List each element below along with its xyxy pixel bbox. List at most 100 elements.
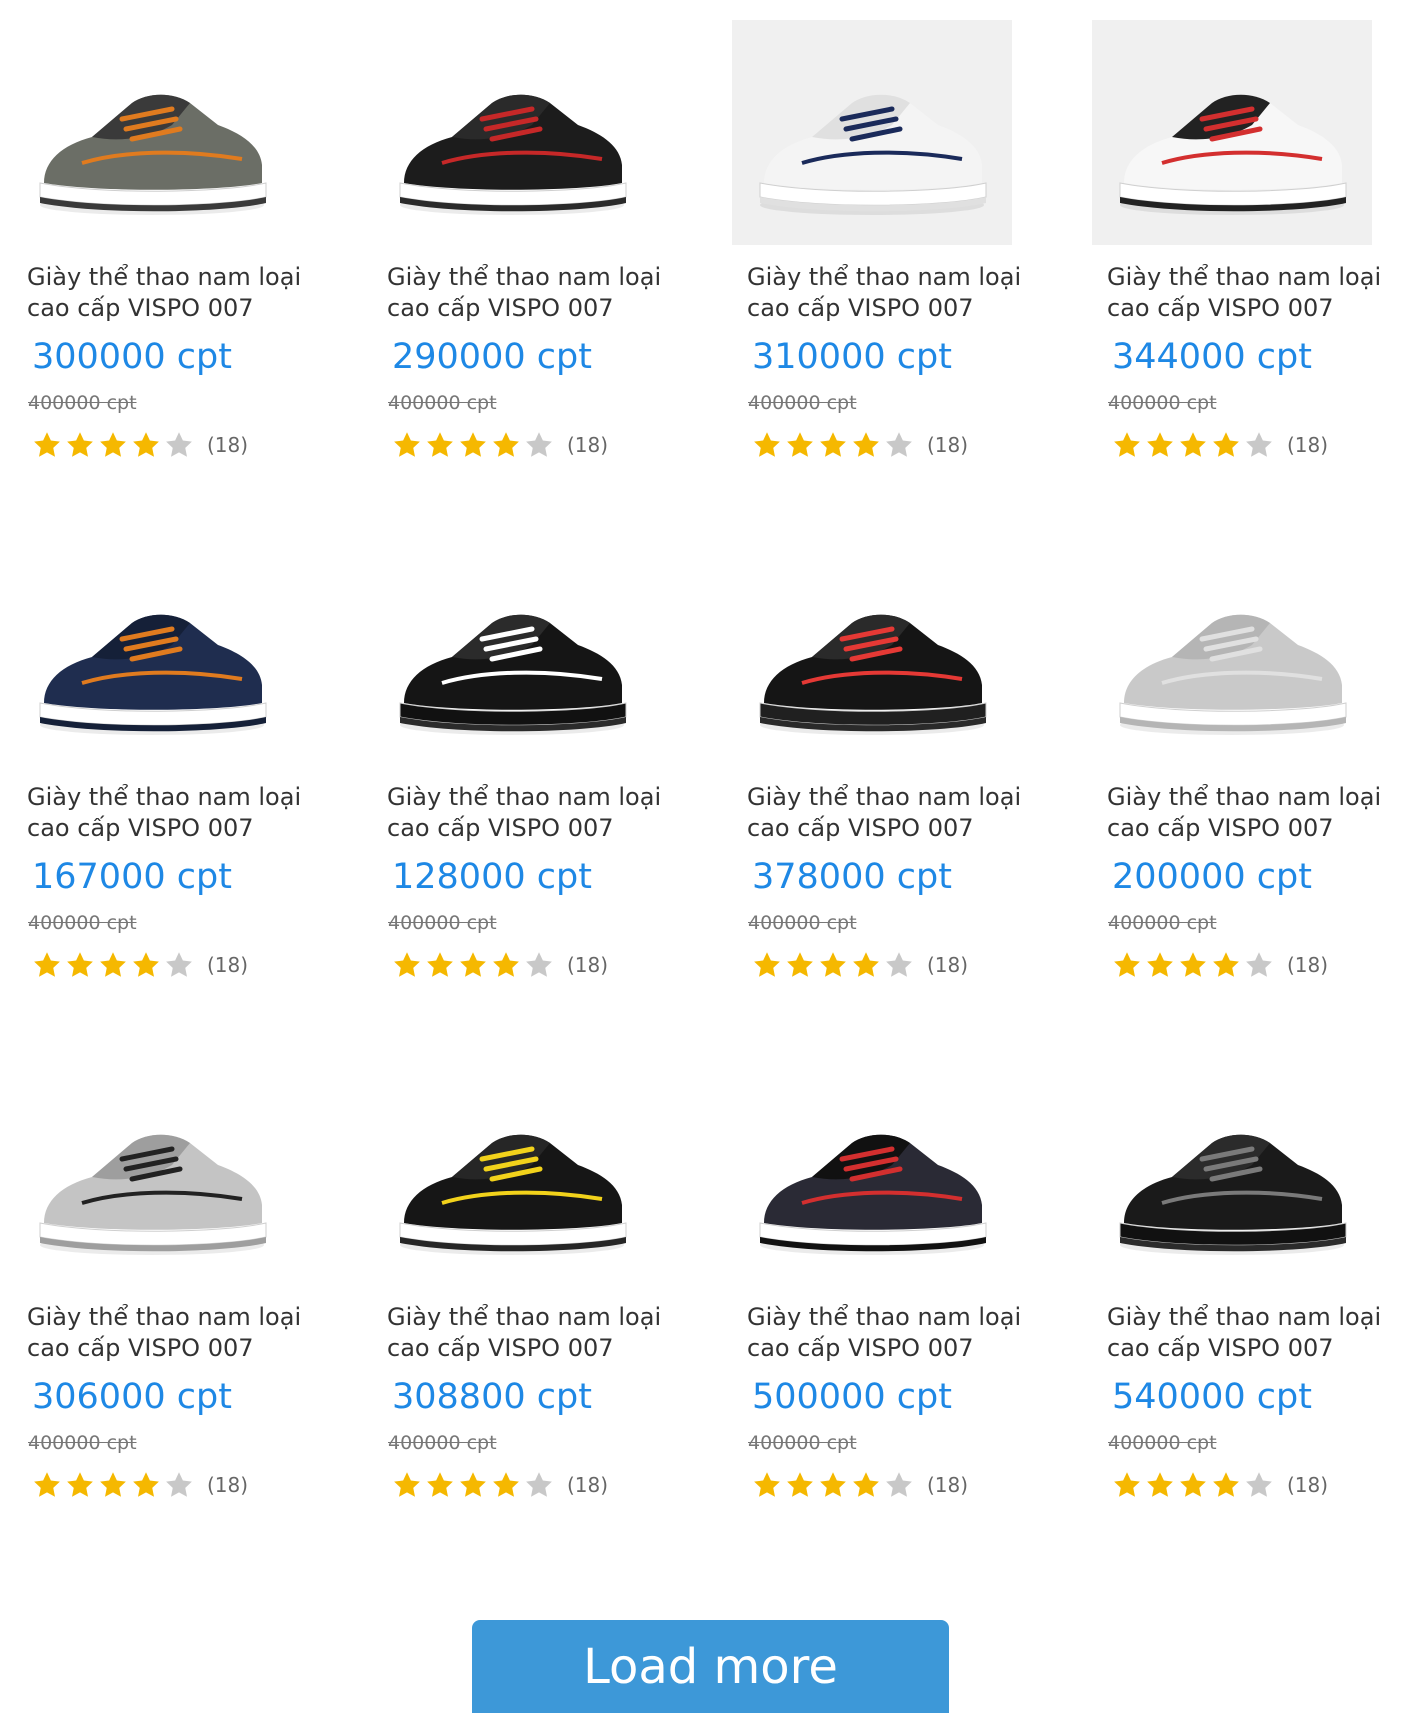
star-filled-icon [752,950,782,980]
product-title[interactable]: Giày thể thao nam loại cao cấp VISPO 007 [1107,782,1401,844]
star-empty-icon [1244,430,1274,460]
star-empty-icon [884,1470,914,1500]
product-price: 378000 cpt [752,857,952,897]
star-empty-icon [524,950,554,980]
product-title[interactable]: Giày thể thao nam loại cao cấp VISPO 007 [747,262,1047,324]
star-filled-icon [752,1470,782,1500]
product-card[interactable]: Giày thể thao nam loại cao cấp VISPO 007… [720,520,1050,990]
product-card[interactable]: Giày thể thao nam loại cao cấp VISPO 007… [1080,0,1401,470]
product-image[interactable] [732,540,1012,765]
review-count: (18) [567,953,609,977]
product-card[interactable]: Giày thể thao nam loại cao cấp VISPO 007… [360,520,690,990]
product-image[interactable] [12,1060,292,1285]
star-filled-icon [785,430,815,460]
product-old-price: 400000 cpt [748,392,857,414]
star-empty-icon [884,950,914,980]
product-title[interactable]: Giày thể thao nam loại cao cấp VISPO 007 [387,782,687,844]
star-filled-icon [131,430,161,460]
product-image[interactable] [1092,1060,1372,1285]
product-rating: (18) [1112,1470,1328,1500]
star-filled-icon [392,950,422,980]
product-price: 300000 cpt [32,337,232,377]
product-card[interactable]: Giày thể thao nam loại cao cấp VISPO 007… [1080,520,1401,990]
product-old-price: 400000 cpt [388,392,497,414]
product-price: 167000 cpt [32,857,232,897]
product-card[interactable]: Giày thể thao nam loại cao cấp VISPO 007… [720,1040,1050,1510]
product-image[interactable] [372,1060,652,1285]
product-image[interactable] [1092,20,1372,245]
product-rating: (18) [32,1470,248,1500]
star-filled-icon [98,950,128,980]
product-card[interactable]: Giày thể thao nam loại cao cấp VISPO 007… [720,0,1050,470]
star-empty-icon [1244,1470,1274,1500]
product-title[interactable]: Giày thể thao nam loại cao cấp VISPO 007 [27,262,327,324]
review-count: (18) [1287,1473,1329,1497]
product-card[interactable]: Giày thể thao nam loại cao cấp VISPO 007… [0,1040,330,1510]
product-image[interactable] [372,20,652,245]
star-filled-icon [1145,1470,1175,1500]
product-rating: (18) [392,430,608,460]
black-white-sport-sneaker-icon [399,614,627,735]
star-filled-icon [131,1470,161,1500]
product-price: 200000 cpt [1112,857,1312,897]
black-red-pair-sneakers-icon [399,94,627,215]
product-card[interactable]: Giày thể thao nam loại cao cấp VISPO 007… [360,0,690,470]
star-filled-icon [1178,430,1208,460]
star-filled-icon [425,950,455,980]
product-title[interactable]: Giày thể thao nam loại cao cấp VISPO 007 [27,782,327,844]
black-yellow-sup-sneaker-icon [399,1134,627,1255]
review-count: (18) [207,1473,249,1497]
star-filled-icon [1178,950,1208,980]
star-filled-icon [785,950,815,980]
product-price: 306000 cpt [32,1377,232,1417]
product-image[interactable] [732,1060,1012,1285]
product-old-price: 400000 cpt [1108,1432,1217,1454]
star-filled-icon [65,1470,95,1500]
review-count: (18) [1287,953,1329,977]
product-title[interactable]: Giày thể thao nam loại cao cấp VISPO 007 [27,1302,327,1364]
star-empty-icon [164,1470,194,1500]
star-filled-icon [851,430,881,460]
product-price: 308800 cpt [392,1377,592,1417]
star-filled-icon [425,430,455,460]
product-card[interactable]: Giày thể thao nam loại cao cấp VISPO 007… [0,520,330,990]
star-filled-icon [1178,1470,1208,1500]
star-empty-icon [524,430,554,460]
star-filled-icon [752,430,782,460]
product-image[interactable] [12,540,292,765]
product-card[interactable]: Giày thể thao nam loại cao cấp VISPO 007… [1080,1040,1401,1510]
review-count: (18) [927,953,969,977]
review-count: (18) [1287,433,1329,457]
star-empty-icon [1244,950,1274,980]
product-image[interactable] [372,540,652,765]
product-title[interactable]: Giày thể thao nam loại cao cấp VISPO 007 [747,1302,1047,1364]
product-card[interactable]: Giày thể thao nam loại cao cấp VISPO 007… [0,0,330,470]
product-price: 310000 cpt [752,337,952,377]
product-title[interactable]: Giày thể thao nam loại cao cấp VISPO 007 [1107,1302,1401,1364]
product-price: 128000 cpt [392,857,592,897]
star-filled-icon [32,430,62,460]
navy-fashion-sneaker-icon [39,614,267,735]
product-old-price: 400000 cpt [28,392,137,414]
star-filled-icon [392,430,422,460]
star-filled-icon [491,1470,521,1500]
product-image[interactable] [732,20,1012,245]
star-filled-icon [131,950,161,980]
product-title[interactable]: Giày thể thao nam loại cao cấp VISPO 007 [747,782,1047,844]
product-image[interactable] [1092,540,1372,765]
product-price: 344000 cpt [1112,337,1312,377]
white-red-chunky-sneakers-icon [1119,94,1347,215]
load-more-button[interactable]: Load more [472,1620,949,1713]
product-old-price: 400000 cpt [748,1432,857,1454]
product-card[interactable]: Giày thể thao nam loại cao cấp VISPO 007… [360,1040,690,1510]
product-rating: (18) [32,950,248,980]
product-title[interactable]: Giày thể thao nam loại cao cấp VISPO 007 [387,1302,687,1364]
star-filled-icon [851,1470,881,1500]
product-title[interactable]: Giày thể thao nam loại cao cấp VISPO 007 [387,262,687,324]
product-title[interactable]: Giày thể thao nam loại cao cấp VISPO 007 [1107,262,1401,324]
star-filled-icon [1112,430,1142,460]
review-count: (18) [567,1473,609,1497]
product-price: 540000 cpt [1112,1377,1312,1417]
product-image[interactable] [12,20,292,245]
star-empty-icon [524,1470,554,1500]
